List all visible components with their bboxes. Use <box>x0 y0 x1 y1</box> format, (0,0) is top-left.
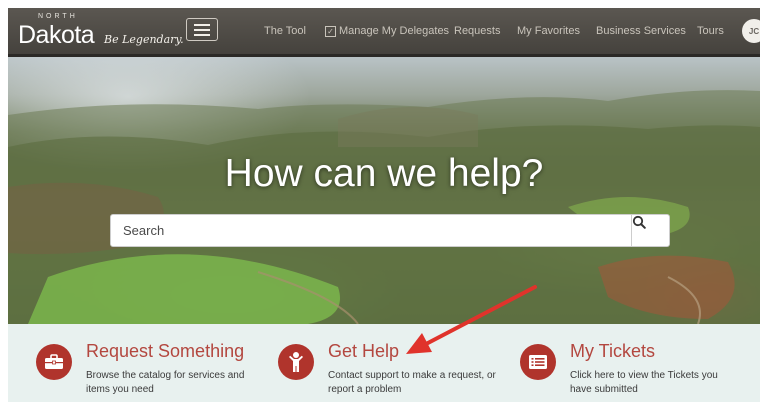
card-my-tickets[interactable]: My Tickets Click here to view the Ticket… <box>520 324 750 402</box>
card-description: Browse the catalog for services and item… <box>86 370 245 395</box>
nav-link-the-tool[interactable]: The Tool <box>264 8 306 54</box>
search-icon <box>632 215 646 229</box>
logo-dakota-text: Dakota <box>18 21 95 49</box>
ticket-list-icon <box>520 344 556 380</box>
checkbox-checked-icon: ✓ <box>325 25 336 37</box>
search-button[interactable] <box>631 215 669 246</box>
card-description: Click here to view the Tickets you have … <box>570 370 718 395</box>
hamburger-icon-bar <box>194 28 210 31</box>
card-request-something[interactable]: Request Something Browse the catalog for… <box>36 324 266 402</box>
quick-actions: Request Something Browse the catalog for… <box>8 324 760 402</box>
briefcase-icon <box>36 344 72 380</box>
nav-link-requests[interactable]: Requests <box>454 8 500 54</box>
card-get-help[interactable]: Get Help Contact support to make a reque… <box>278 324 508 402</box>
hamburger-icon-bar <box>194 33 210 36</box>
logo-north-text: NORTH <box>38 13 78 20</box>
hamburger-menu-button[interactable] <box>186 18 218 41</box>
search-input[interactable] <box>111 215 631 246</box>
card-title: My Tickets <box>570 341 656 361</box>
hamburger-icon-bar <box>194 23 210 26</box>
nav-link-business-services[interactable]: Business Services <box>596 8 686 54</box>
card-description: Contact support to make a request, or re… <box>328 370 496 395</box>
hero-title: How can we help? <box>224 152 544 195</box>
card-title: Request Something <box>86 341 245 361</box>
user-avatar[interactable]: JC <box>742 19 760 43</box>
person-help-icon <box>278 344 314 380</box>
logo-tagline: Be Legendary. <box>104 33 184 46</box>
nav-link-manage-my-delegates[interactable]: ✓ Manage My Delegates <box>325 8 449 54</box>
card-title: Get Help <box>328 341 400 361</box>
nav-link-tours[interactable]: Tours <box>697 8 724 54</box>
page-frame: NORTH Dakota Be Legendary. The Tool ✓ Man… <box>8 8 760 402</box>
search-bar <box>110 214 670 247</box>
hero-banner: How can we help? <box>8 57 760 324</box>
nav-link-my-favorites[interactable]: My Favorites <box>517 8 580 54</box>
top-nav-bar: NORTH Dakota Be Legendary. The Tool ✓ Man… <box>8 8 760 57</box>
